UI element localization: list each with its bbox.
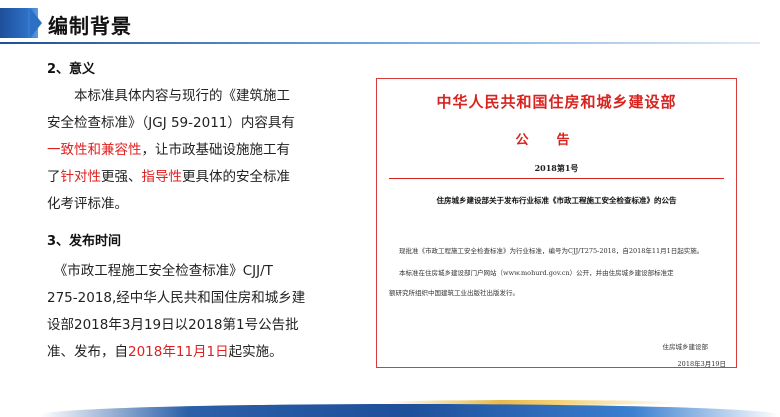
highlighted-text: 指导性	[141, 169, 183, 185]
notice-signature: 住房城乡建设部	[662, 343, 709, 351]
notice-date: 2018年3月19日	[677, 360, 726, 368]
paragraph-line: 275-2018,经中华人民共和国住房和城乡建	[47, 285, 337, 312]
notice-body-line-2: 本标准在住房城乡建设部门户网站（www.mohurd.gov.cn）公开，并由住…	[399, 269, 674, 277]
highlighted-text: 2018年11月1日	[128, 344, 229, 360]
body-text: 《市政工程施工安全检查标准》CJJ/T	[47, 263, 273, 279]
paragraph-line: 准、发布，自2018年11月1日起实施。	[47, 339, 337, 366]
notice-body-line-1: 现批准《市政工程施工安全检查标准》为行业标准，编号为CJJ/T275-2018，…	[399, 247, 704, 255]
body-text: 化考评标准。	[47, 196, 128, 212]
body-text: 安全检查标准》（JGJ 59-2011）内容具有	[47, 115, 295, 131]
paragraph-line: 了针对性更强、指导性更具体的安全标准	[47, 164, 337, 191]
official-notice-document: 中华人民共和国住房和城乡建设部 公告 2018第1号 住房城乡建设部关于发布行业…	[376, 78, 737, 368]
body-text: 设部2018年3月19日以2018第1号公告批	[47, 317, 299, 333]
paragraph-line: 化考评标准。	[47, 191, 337, 218]
header-arrow-icon	[30, 8, 42, 38]
notice-red-divider	[389, 178, 724, 179]
body-text: 起实施。	[228, 344, 283, 360]
bottom-wave-decoration	[40, 404, 780, 417]
body-text: 更强、	[101, 169, 142, 185]
notice-issuer: 中华人民共和国住房和城乡建设部	[436, 93, 677, 111]
body-text: 275-2018,经中华人民共和国住房和城乡建	[47, 290, 306, 306]
notice-subject: 住房城乡建设部关于发布行业标准《市政工程施工安全检查标准》的公告	[436, 196, 677, 205]
paragraph-line: 安全检查标准》（JGJ 59-2011）内容具有	[47, 110, 337, 137]
paragraph-line: 一致性和兼容性，让市政基础设施施工有	[47, 137, 337, 164]
notice-body-line-3: 额研究所组织中国建筑工业出版社出版发行。	[389, 289, 519, 297]
header-divider	[0, 42, 760, 44]
body-text: 本标准具体内容与现行的《建筑施工	[47, 88, 290, 104]
paragraph-line: 本标准具体内容与现行的《建筑施工	[47, 83, 337, 110]
paragraph-line: 设部2018年3月19日以2018第1号公告批	[47, 312, 337, 339]
body-text: 了	[47, 169, 61, 185]
highlighted-text: 针对性	[60, 169, 102, 185]
highlighted-text: 一致性和兼容性	[47, 142, 142, 158]
notice-number: 2018第1号	[534, 163, 579, 173]
paragraph-line: 《市政工程施工安全检查标准》CJJ/T	[47, 258, 337, 285]
notice-title: 公告	[515, 133, 598, 148]
release-time-paragraph: 《市政工程施工安全检查标准》CJJ/T 275-2018,经中华人民共和国住房和城…	[47, 258, 337, 366]
body-text: 更具体的安全标准	[182, 169, 290, 185]
page-title: 编制背景	[48, 14, 132, 38]
body-text: ，让市政基础设施施工有	[141, 142, 291, 158]
section-heading-release-time: 3、发布时间	[47, 234, 122, 249]
section-heading-significance: 2、意义	[47, 62, 96, 77]
body-text: 准、发布，自	[47, 344, 128, 360]
significance-paragraph: 本标准具体内容与现行的《建筑施工 安全检查标准》（JGJ 59-2011）内容具有…	[47, 83, 337, 218]
section-header: 编制背景	[0, 8, 760, 44]
